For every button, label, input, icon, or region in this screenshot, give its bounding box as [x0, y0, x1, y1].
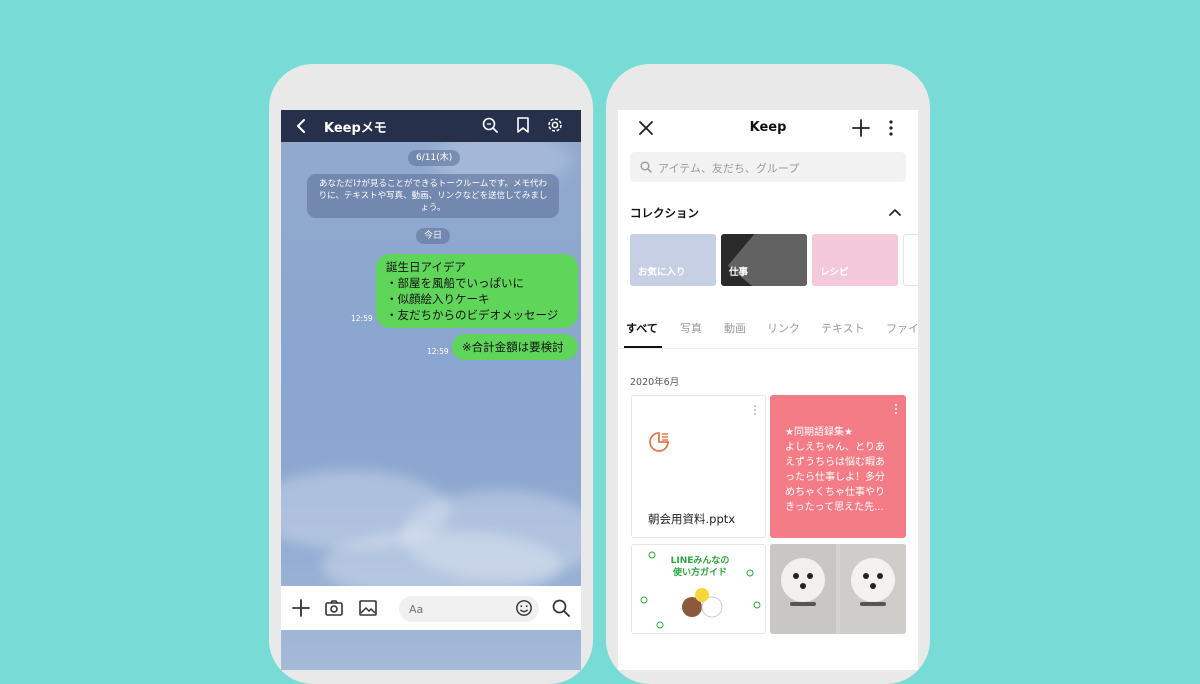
- chat-title: Keepメモ: [324, 121, 387, 136]
- divider: [618, 348, 918, 349]
- dog-photo: [770, 544, 906, 634]
- keep-title: Keep: [749, 120, 787, 135]
- tab-all[interactable]: すべて: [626, 320, 658, 336]
- note-line: めちゃくちゃ仕事やり: [785, 487, 885, 498]
- emoji-icon[interactable]: [515, 599, 533, 617]
- plus-icon[interactable]: [291, 598, 311, 618]
- phone-chat: Keepメモ 6/11(木) あなただけが見ることができるトークルームです。メモ…: [269, 64, 593, 684]
- search-icon[interactable]: [551, 598, 571, 618]
- tab-links[interactable]: リンク: [767, 320, 800, 336]
- message-line: ・部屋を風船でいっぱいに: [386, 276, 524, 290]
- collection-card-favorites[interactable]: お気に入り: [630, 234, 716, 286]
- camera-icon[interactable]: [324, 598, 344, 618]
- tab-files[interactable]: ファイ: [886, 320, 918, 336]
- tab-bar: すべて 写真 動画 リンク テキスト ファイ: [618, 312, 918, 349]
- guide-illustration: [640, 551, 761, 629]
- message-time: 12:59: [427, 347, 449, 356]
- note-line: きったって思えた先...: [785, 502, 884, 513]
- more-icon[interactable]: [753, 404, 757, 416]
- collection-label: 仕事: [729, 267, 749, 278]
- collection-thumbnail: [727, 234, 807, 286]
- image-icon[interactable]: [358, 598, 378, 618]
- message-line: ・似顔絵入りケーキ: [386, 292, 490, 306]
- chat-input-bar: [281, 586, 581, 630]
- chevron-up-icon[interactable]: [888, 205, 902, 219]
- search-icon: [640, 161, 652, 173]
- date-pill: 6/11(木): [408, 150, 461, 166]
- presentation-file-icon: [649, 432, 669, 452]
- message-time: 12:59: [351, 314, 373, 323]
- search-icon[interactable]: [481, 116, 499, 134]
- note-text: ★同期語録集★ よしえちゃん、とりあ えずうちらは悩む暇あ ったら仕事しよ！多分…: [785, 425, 895, 515]
- search-input[interactable]: アイテム、友だち、グループ: [630, 152, 906, 182]
- bookmark-icon[interactable]: [514, 116, 532, 134]
- file-name: 朝会用資料.pptx: [648, 512, 736, 526]
- system-message: あなただけが見ることができるトークルームです。メモ代わりに、テキストや写真、動画…: [307, 174, 559, 218]
- note-line: ★同期語録集★: [785, 427, 853, 438]
- guide-item-card[interactable]: LINEみんなの 使い方ガイド: [631, 544, 766, 634]
- plus-icon[interactable]: [852, 119, 870, 137]
- today-pill: 今日: [416, 228, 451, 244]
- note-item-card[interactable]: ★同期語録集★ よしえちゃん、とりあ えずうちらは悩む暇あ ったら仕事しよ！多分…: [770, 395, 906, 538]
- tab-photos[interactable]: 写真: [680, 320, 702, 336]
- message-bubble[interactable]: ※合計金額は要検討: [452, 334, 578, 360]
- more-icon[interactable]: [894, 403, 898, 415]
- message-bubble[interactable]: 誕生日アイデア ・部屋を風船でいっぱいに ・似顔絵入りケーキ ・友だちからのビデ…: [376, 254, 578, 328]
- collection-card-work[interactable]: 仕事: [721, 234, 807, 286]
- more-icon[interactable]: [888, 119, 894, 137]
- month-label: 2020年6月: [630, 377, 680, 388]
- phone-keep: Keep アイテム、友だち、グループ コレクション お気に入り 仕事 レシピ す…: [606, 64, 930, 684]
- file-item-card[interactable]: 朝会用資料.pptx: [631, 395, 766, 538]
- collection-label: コレクション: [630, 206, 699, 220]
- photo-item-card[interactable]: [770, 544, 906, 634]
- gear-icon[interactable]: [546, 116, 564, 134]
- note-line: よしえちゃん、とりあ: [785, 442, 885, 453]
- chat-header: Keepメモ: [281, 110, 581, 142]
- collection-label: レシピ: [820, 267, 849, 278]
- chat-screen: Keepメモ 6/11(木) あなただけが見ることができるトークルームです。メモ…: [281, 110, 581, 670]
- keep-screen: Keep アイテム、友だち、グループ コレクション お気に入り 仕事 レシピ す…: [618, 110, 918, 670]
- note-line: えずうちらは悩む暇あ: [785, 457, 885, 468]
- tab-videos[interactable]: 動画: [724, 320, 746, 336]
- keep-header: Keep: [618, 110, 918, 146]
- back-arrow-icon[interactable]: [293, 117, 311, 135]
- message-line: ・友だちからのビデオメッセージ: [386, 308, 559, 322]
- note-line: ったら仕事しよ！多分: [785, 472, 885, 483]
- collection-card-partial[interactable]: [903, 234, 918, 286]
- collection-label: お気に入り: [638, 267, 686, 278]
- message-line: 誕生日アイデア: [386, 260, 466, 274]
- collection-card-recipe[interactable]: レシピ: [812, 234, 898, 286]
- tab-text[interactable]: テキスト: [821, 320, 865, 336]
- search-placeholder: アイテム、友だち、グループ: [658, 162, 800, 175]
